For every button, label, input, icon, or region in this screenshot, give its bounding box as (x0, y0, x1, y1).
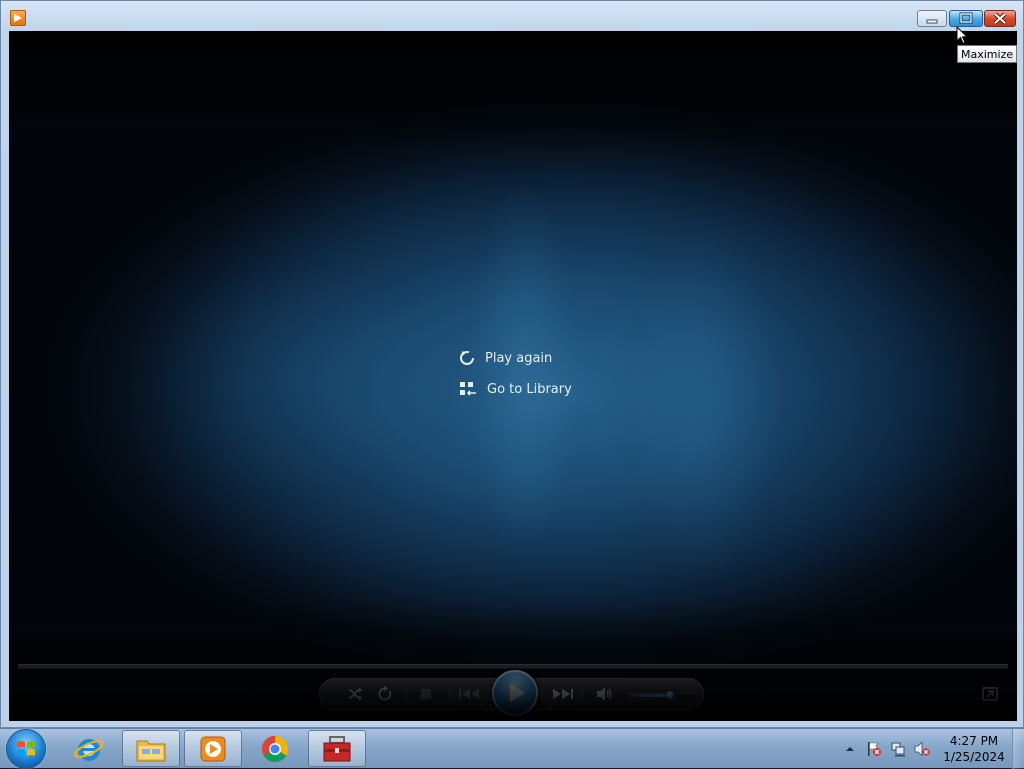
previous-button[interactable] (448, 683, 492, 705)
network-button[interactable] (890, 741, 906, 757)
visualization-glow (469, 181, 579, 561)
taskbar-internet-explorer[interactable] (60, 730, 118, 767)
toolbox-icon (323, 735, 351, 761)
shuffle-icon (348, 687, 362, 701)
now-playing-area[interactable]: Play again Go to Library (9, 31, 1017, 721)
volume-thumb[interactable] (664, 690, 675, 700)
go-to-library-link[interactable]: Go to Library (459, 378, 572, 400)
play-again-link[interactable]: Play again (459, 347, 552, 369)
taskbar-toolbox-app[interactable] (308, 730, 366, 767)
windows-media-player-icon (200, 736, 226, 761)
windows-start-icon (17, 741, 35, 756)
windows-media-player-icon[interactable] (10, 10, 26, 26)
volume-tray-button[interactable] (914, 741, 930, 757)
show-hidden-icons-button[interactable] (842, 741, 858, 757)
internet-explorer-icon (74, 738, 104, 761)
title-bar[interactable] (1, 1, 1023, 31)
library-icon (460, 382, 476, 396)
play-button[interactable] (492, 670, 538, 716)
repeat-icon (378, 686, 392, 701)
next-button[interactable] (540, 683, 584, 705)
volume-fill (630, 694, 670, 697)
start-button[interactable] (7, 730, 45, 768)
stop-icon (421, 689, 431, 699)
go-to-library-label: Go to Library (487, 381, 572, 397)
switch-to-compact-mode-icon (982, 687, 998, 701)
next-icon (553, 689, 573, 699)
mute-button[interactable] (595, 679, 615, 709)
play-again-label: Play again (485, 350, 553, 366)
show-desktop-button[interactable] (1012, 729, 1024, 769)
taskbar: 4:27 PM 1/25/2024 (0, 728, 1024, 769)
file-explorer-icon (136, 740, 166, 761)
repeat-button[interactable] (375, 679, 395, 709)
visualization-glow (629, 221, 779, 581)
media-player-window: Play again Go to Library (0, 0, 1024, 728)
volume-muted-icon (914, 741, 930, 757)
maximize-icon (959, 12, 973, 24)
speaker-icon (597, 687, 612, 701)
replay-icon (460, 351, 474, 365)
chevron-up-icon (846, 747, 854, 751)
action-center-flag-icon (868, 742, 881, 756)
shuffle-button[interactable] (345, 679, 365, 709)
switch-to-compact-mode-button[interactable] (982, 686, 998, 701)
chrome-icon (261, 735, 289, 762)
network-icon (891, 742, 905, 757)
separator (406, 685, 407, 703)
previous-icon (459, 689, 479, 699)
clock-time: 4:27 PM (949, 734, 999, 748)
stop-button[interactable] (417, 679, 435, 709)
playback-controls (319, 670, 704, 716)
minimize-button[interactable] (917, 10, 947, 27)
taskbar-file-explorer[interactable] (122, 730, 180, 767)
taskbar-clock[interactable]: 4:27 PM 1/25/2024 (940, 733, 1008, 765)
taskbar-windows-media-player[interactable] (184, 730, 242, 767)
minimize-icon (926, 19, 938, 24)
close-button[interactable] (984, 10, 1016, 27)
maximize-button[interactable] (949, 10, 983, 27)
visualization-glow (149, 261, 449, 491)
seek-bar[interactable] (18, 664, 1008, 669)
maximize-tooltip: Maximize (957, 45, 1018, 63)
action-center-button[interactable] (866, 741, 882, 757)
play-icon (510, 684, 525, 702)
close-icon (993, 12, 1007, 25)
mouse-cursor (956, 26, 968, 45)
volume-slider[interactable] (630, 690, 696, 700)
clock-date: 1/25/2024 (943, 750, 1005, 764)
taskbar-chrome[interactable] (246, 730, 304, 767)
